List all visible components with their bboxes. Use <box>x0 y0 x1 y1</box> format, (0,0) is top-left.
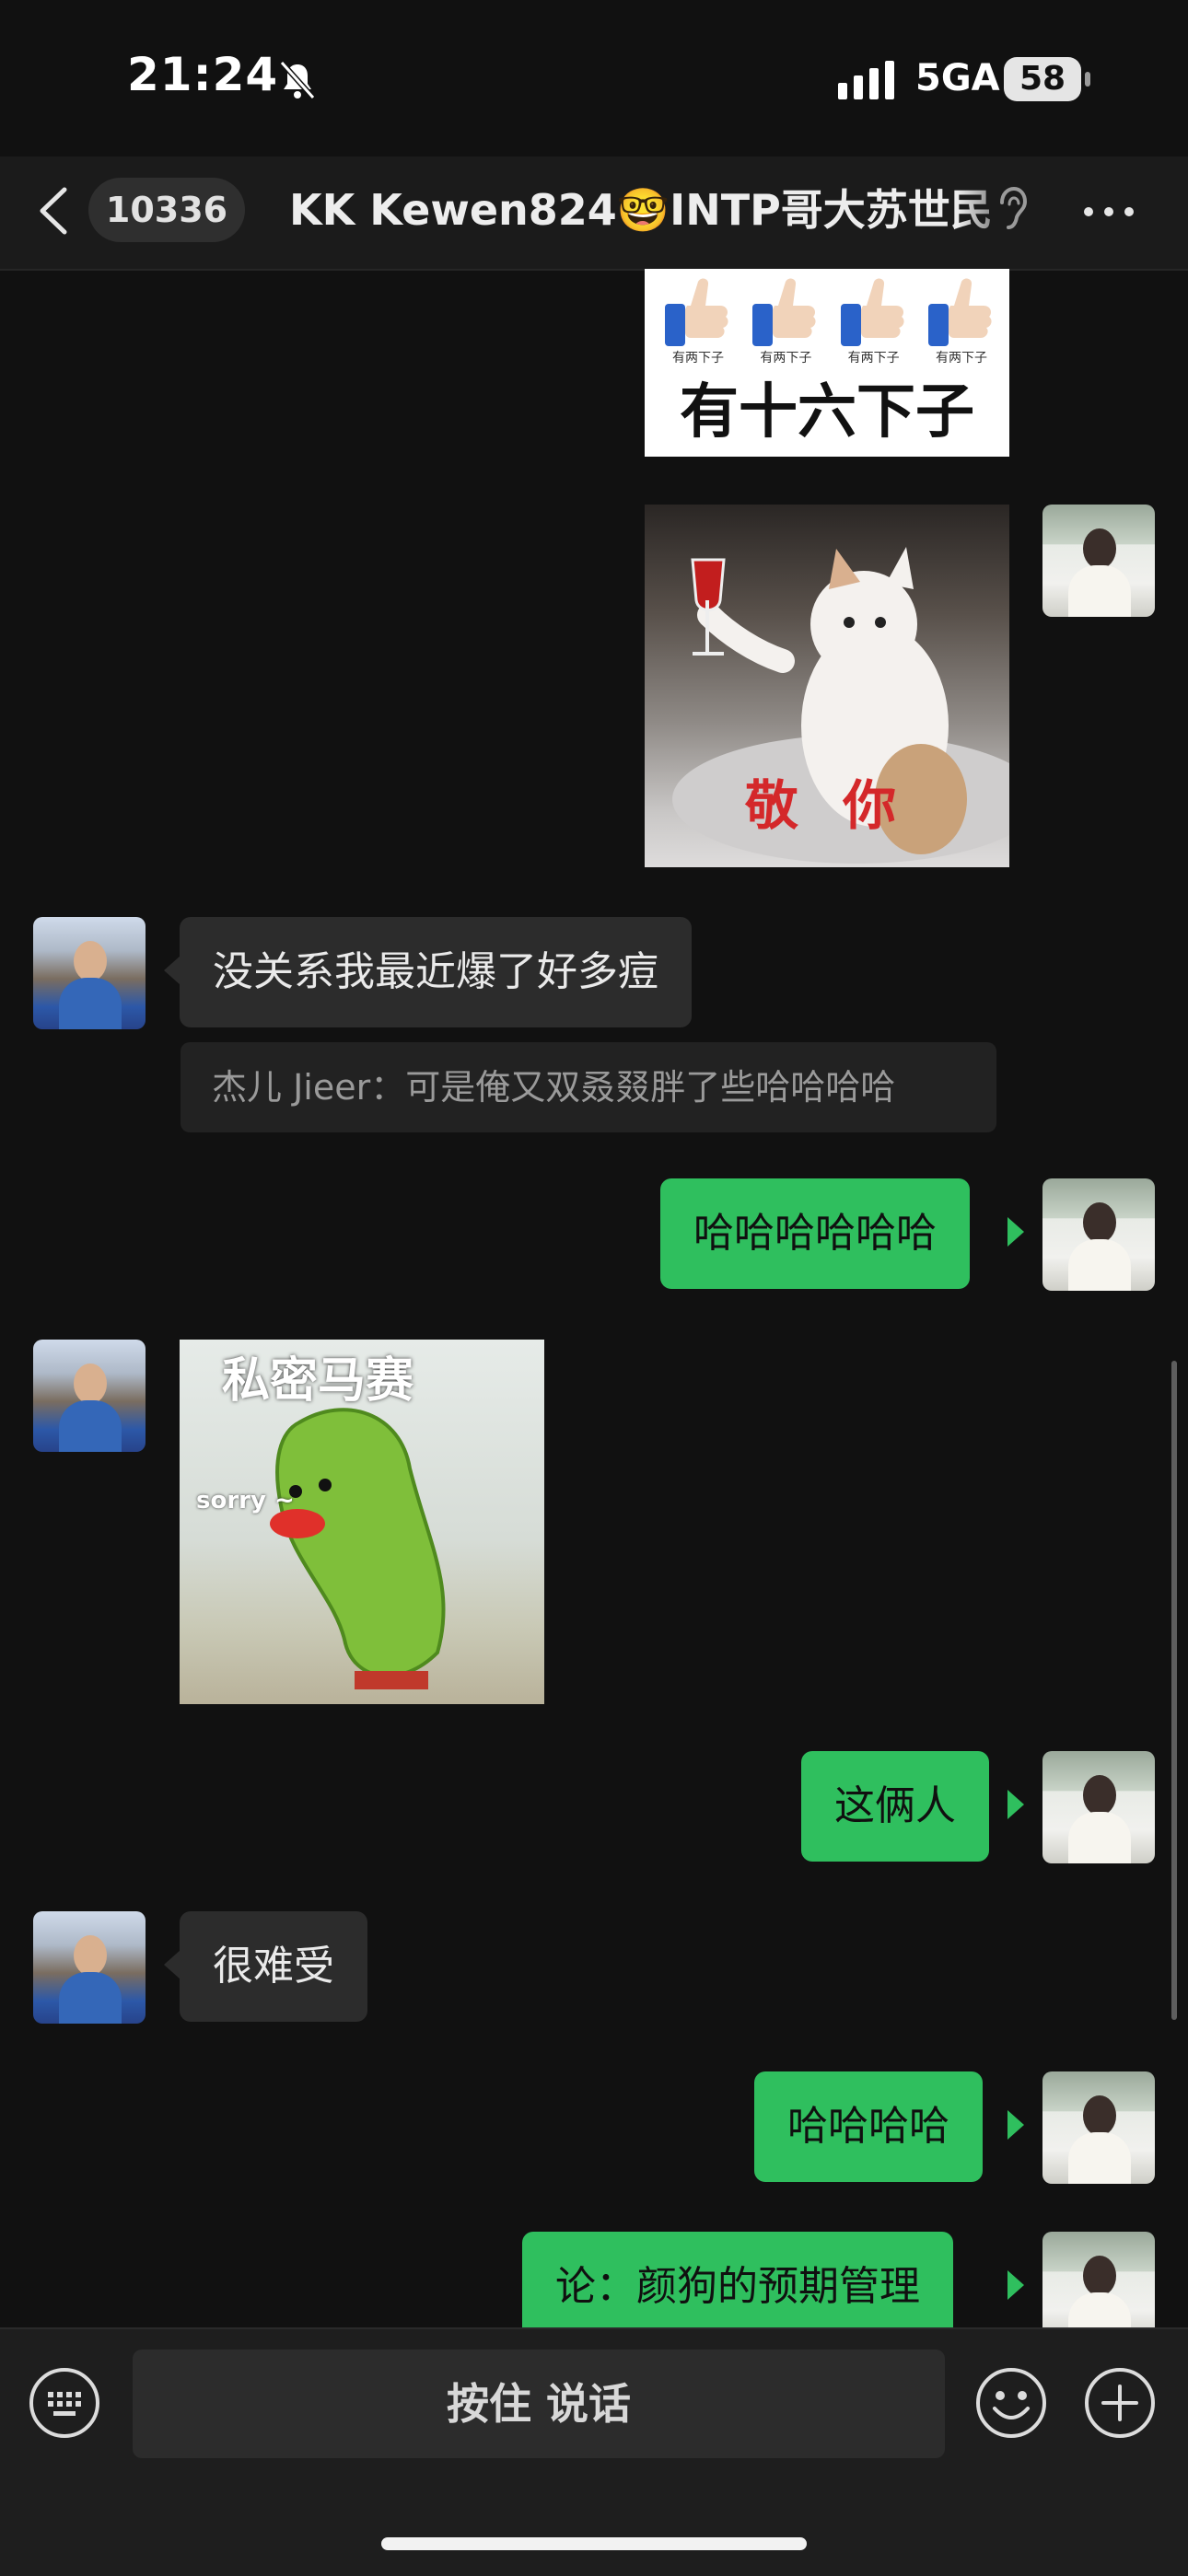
bell-muted-icon <box>279 60 316 100</box>
battery-tip <box>1085 72 1090 87</box>
message-bubble-sent[interactable]: 论：颜狗的预期管理 <box>522 2232 953 2342</box>
avatar-contact[interactable] <box>33 1911 146 2024</box>
thumbs-up-icon: 有两下子 <box>835 273 913 366</box>
avatar-contact[interactable] <box>33 917 146 1029</box>
sticker-caption: 有十六下子 <box>680 378 974 447</box>
home-indicator[interactable] <box>381 2537 807 2550</box>
avatar-self[interactable] <box>1042 1178 1155 1291</box>
sticker-cat-toast[interactable]: 敬 你 <box>645 505 1009 867</box>
network-type: 5GA <box>915 57 1000 99</box>
bubble-tail <box>164 956 181 985</box>
emoji-icon[interactable] <box>974 2366 1048 2440</box>
chat-title[interactable]: KK Kewen824🤓INTP哥大苏世民 <box>289 180 1026 240</box>
keyboard-icon[interactable] <box>28 2366 101 2440</box>
status-time: 21:24 <box>127 48 279 101</box>
scrollbar[interactable] <box>1171 1361 1177 2020</box>
unread-count-badge[interactable]: 10336 <box>88 178 245 242</box>
message-bubble-sent[interactable]: 哈哈哈哈 <box>754 2071 983 2182</box>
bubble-tail <box>1007 2270 1024 2300</box>
sticker-subcaption: sorry ~ <box>196 1487 295 1514</box>
battery-indicator: 58 <box>1004 57 1081 101</box>
message-bubble-sent[interactable]: 哈哈哈哈哈哈 <box>660 1178 970 1289</box>
message-bubble-received[interactable]: 很难受 <box>180 1911 367 2022</box>
avatar-contact[interactable] <box>33 1340 146 1452</box>
avatar-self[interactable] <box>1042 505 1155 617</box>
bubble-tail <box>1007 2110 1024 2140</box>
thumbs-up-icon: 有两下子 <box>747 273 824 366</box>
bubble-tail <box>164 1950 181 1979</box>
bubble-tail <box>1007 1790 1024 1819</box>
sticker-caption: 敬 你 <box>744 774 910 837</box>
message-bubble-sent[interactable]: 这俩人 <box>801 1751 989 1862</box>
sticker-thumbs-up[interactable]: 有两下子 有两下子 有两下子 有两下子 有十六下子 <box>645 269 1009 457</box>
thumbs-up-icon: 有两下子 <box>923 273 1000 366</box>
sticker-caption: 私密马赛 <box>221 1353 413 1409</box>
thumbs-up-icon: 有两下子 <box>659 273 737 366</box>
hold-to-talk-button[interactable]: 按住 说话 <box>133 2350 945 2458</box>
sticker-cactus-sorry[interactable]: 私密马赛 sorry ~ <box>180 1340 544 1704</box>
bubble-tail <box>1007 1217 1024 1247</box>
chevron-left-icon[interactable] <box>35 184 72 238</box>
signal-bars-icon <box>838 61 894 99</box>
message-bubble-received[interactable]: 没关系我最近爆了好多痘 <box>180 917 692 1027</box>
quoted-message[interactable]: 杰儿 Jieer：可是俺又双叒叕胖了些哈哈哈哈 <box>181 1042 996 1132</box>
avatar-self[interactable] <box>1042 2071 1155 2184</box>
plus-icon[interactable] <box>1083 2366 1157 2440</box>
avatar-self[interactable] <box>1042 1751 1155 1863</box>
ear-icon <box>1000 186 1028 229</box>
more-horizontal-icon[interactable] <box>1079 193 1138 230</box>
